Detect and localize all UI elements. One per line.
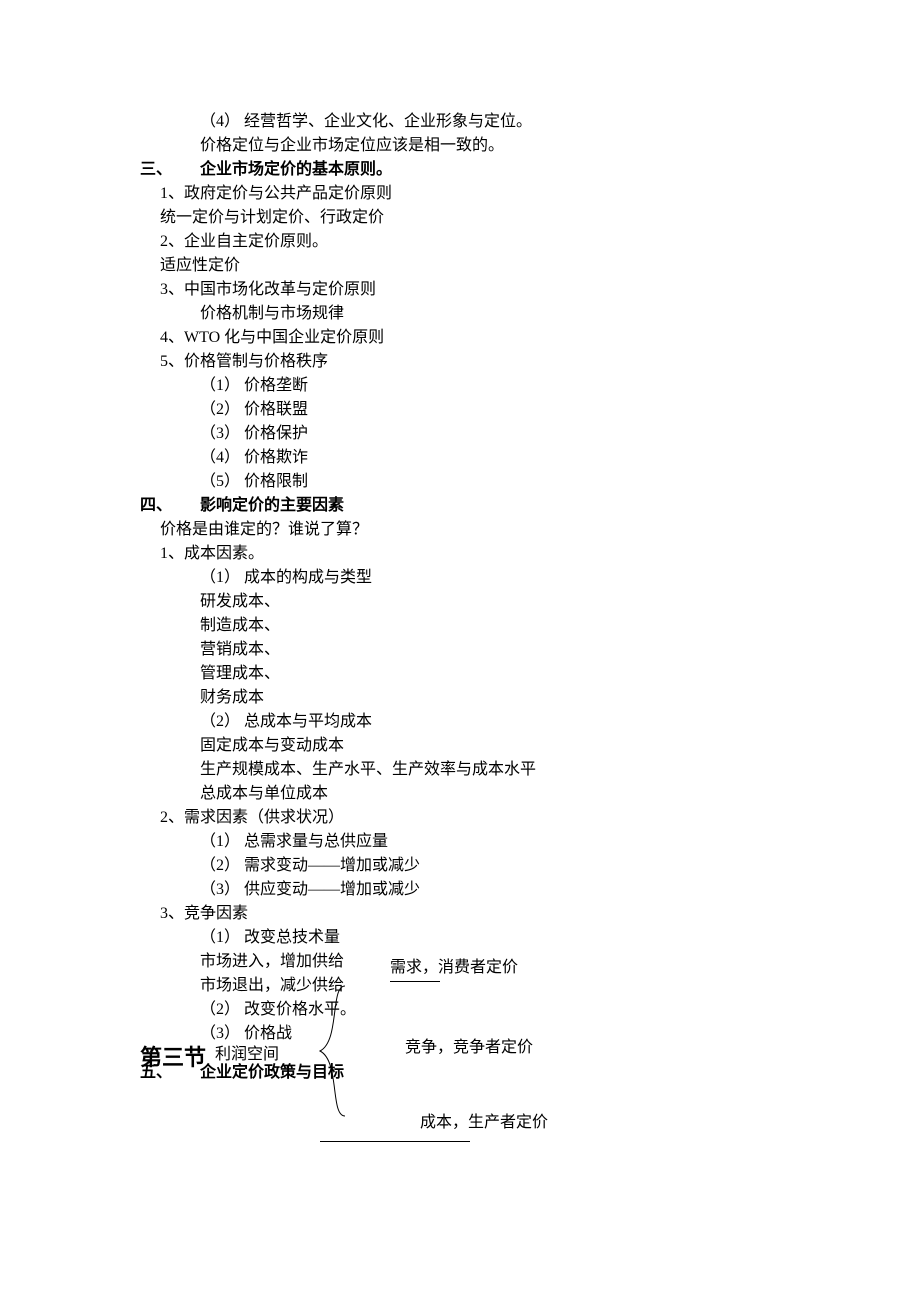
text-line: （1） 成本的构成与类型 (140, 566, 820, 590)
text-line: （5） 价格限制 (140, 470, 820, 494)
text-line: 2、需求因素（供求状况） (140, 806, 820, 830)
text-line: （1） 总需求量与总供应量 (140, 830, 820, 854)
text-line: （3） 供应变动——增加或减少 (140, 878, 820, 902)
heading-3: 三、 企业市场定价的基本原则。 (140, 158, 820, 182)
text-line: （2） 需求变动——增加或减少 (140, 854, 820, 878)
heading-number: 三、 (140, 158, 200, 182)
text-line: 1、成本因素。 (140, 542, 820, 566)
document-body: （4） 经营哲学、企业文化、企业形象与定位。 价格定位与企业市场定位应该是相一致… (140, 110, 820, 1171)
text-line: 财务成本 (140, 686, 820, 710)
text-line: 3、竞争因素 (140, 902, 820, 926)
brace-icon (315, 981, 355, 1121)
heading-number: 五、 (140, 1061, 200, 1085)
text-line: 价格是由谁定的？谁说了算？ (140, 518, 820, 542)
text-line: 适应性定价 (140, 254, 820, 278)
pricing-diagram: 需求，消费者定价 利润空间 竞争，竞争者定价 成本，生产者定价 第三节 五、 企… (140, 971, 820, 1171)
text-line: 营销成本、 (140, 638, 820, 662)
text-line: 1、政府定价与公共产品定价原则 (140, 182, 820, 206)
heading-title: 影响定价的主要因素 (200, 494, 344, 518)
text-line: 生产规模成本、生产水平、生产效率与成本水平 (140, 758, 820, 782)
text-line: （4） 经营哲学、企业文化、企业形象与定位。 (140, 110, 820, 134)
diagram-competition-label: 竞争，竞争者定价 (405, 1036, 533, 1060)
text-line: 3、中国市场化改革与定价原则 (140, 278, 820, 302)
text-line: 总成本与单位成本 (140, 782, 820, 806)
text-line: （2） 价格联盟 (140, 398, 820, 422)
text-line: 固定成本与变动成本 (140, 734, 820, 758)
heading-number: 四、 (140, 494, 200, 518)
text-line: （2） 总成本与平均成本 (140, 710, 820, 734)
text-line: 管理成本、 (140, 662, 820, 686)
diagram-line (390, 981, 440, 982)
text-line: 制造成本、 (140, 614, 820, 638)
heading-title: 企业定价政策与目标 (200, 1061, 344, 1085)
text-line: （1） 改变总技术量 (140, 926, 820, 950)
text-line: 统一定价与计划定价、行政定价 (140, 206, 820, 230)
text-line: 4、WTO 化与中国企业定价原则 (140, 326, 820, 350)
text-line: （1） 价格垄断 (140, 374, 820, 398)
heading-4: 四、 影响定价的主要因素 (140, 494, 820, 518)
heading-title: 企业市场定价的基本原则。 (200, 158, 392, 182)
diagram-line (320, 1141, 470, 1142)
text-line: 价格定位与企业市场定位应该是相一致的。 (140, 134, 820, 158)
diagram-demand-label: 需求，消费者定价 (390, 956, 518, 980)
text-line: 研发成本、 (140, 590, 820, 614)
text-line: 5、价格管制与价格秩序 (140, 350, 820, 374)
diagram-cost-label: 成本，生产者定价 (420, 1111, 548, 1135)
text-line: （3） 价格保护 (140, 422, 820, 446)
text-line: 价格机制与市场规律 (140, 302, 820, 326)
text-line: 2、企业自主定价原则。 (140, 230, 820, 254)
heading-5: 五、 企业定价政策与目标 (140, 1061, 344, 1085)
text-line: （4） 价格欺诈 (140, 446, 820, 470)
